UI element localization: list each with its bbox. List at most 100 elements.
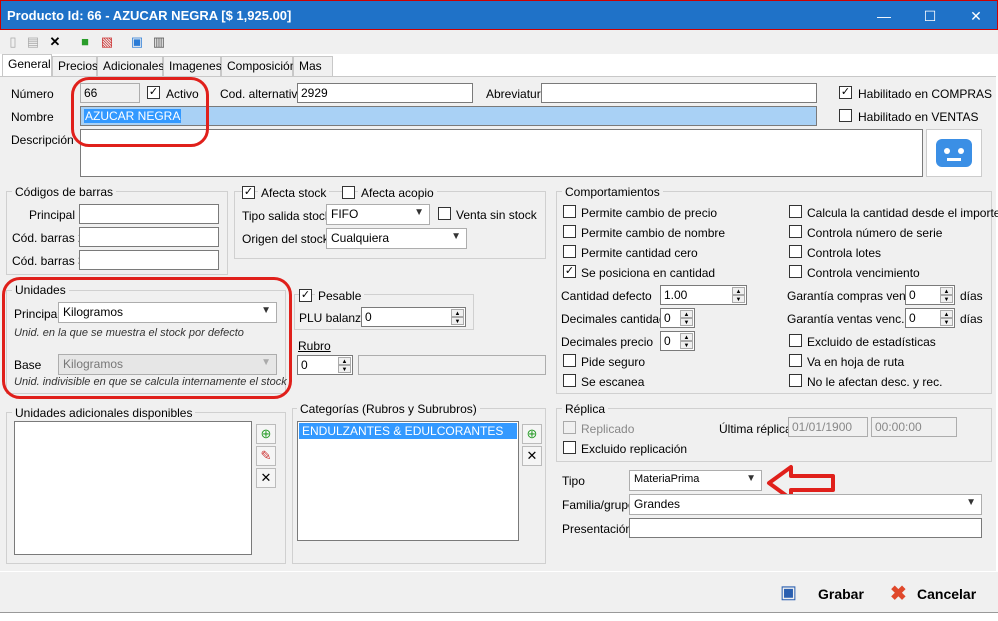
dec-cantidad-stepper[interactable]: 0 ▲ ▼ (660, 308, 695, 328)
new-icon[interactable]: ▯ (4, 33, 22, 51)
origen-select[interactable]: Cualquiera ▼ (326, 228, 467, 249)
chevron-down-icon: ▼ (746, 473, 756, 484)
ultima-replica-time: 00:00:00 (871, 417, 957, 437)
close-button[interactable]: ✕ (953, 1, 998, 31)
tab-general[interactable]: General (2, 54, 52, 76)
dec-precio-stepper[interactable]: 0 ▲ ▼ (660, 331, 695, 351)
tab-adicionales[interactable]: Adicionales (97, 56, 164, 76)
tipo-salida-select[interactable]: FIFO ▼ (326, 204, 430, 225)
pesable-label: Pesable (315, 289, 365, 303)
rubro-label[interactable]: Rubro (298, 339, 331, 353)
report-icon[interactable]: ▧ (98, 33, 116, 51)
ai-assistant-button[interactable] (926, 129, 982, 177)
se-posiciona-checkbox[interactable]: ✓ (563, 265, 576, 278)
controla-vencimiento-checkbox[interactable] (789, 265, 802, 278)
remove-categoria-button[interactable]: ✕ (522, 446, 542, 466)
tab-strip: General Precios Adicionales Imagenes Com… (0, 54, 998, 76)
tab-precios[interactable]: Precios (52, 56, 98, 76)
cantidad-defecto-stepper[interactable]: 1.00 ▲ ▼ (660, 285, 747, 305)
unidades-adicionales-title: Unidades adicionales disponibles (12, 406, 196, 420)
hoja-ruta-checkbox[interactable] (789, 354, 802, 367)
edit-icon[interactable]: ▤ (24, 33, 42, 51)
abreviatura-field[interactable] (541, 83, 817, 103)
barcode-3-label: Cód. barras 3 (12, 254, 85, 268)
no-afectan-checkbox[interactable] (789, 374, 802, 387)
tipo-salida-label: Tipo salida stock (242, 209, 331, 223)
maximize-button[interactable]: ☐ (907, 1, 953, 31)
presentacion-field[interactable] (629, 518, 982, 538)
add-categoria-button[interactable]: ⊕ (522, 424, 542, 444)
title-bar: Producto Id: 66 - AZUCAR NEGRA [$ 1,925.… (0, 0, 998, 30)
list-item[interactable]: ENDULZANTES & EDULCORANTES (299, 423, 517, 439)
gar-ventas-label: Garantía ventas venc. (787, 312, 905, 326)
delete-icon[interactable]: ✕ (46, 33, 64, 51)
origen-value: Cualquiera (331, 231, 390, 245)
nombre-label: Nombre (11, 110, 54, 124)
permite-cambio-precio-checkbox[interactable] (563, 205, 576, 218)
dec-precio-label: Decimales precio (561, 335, 654, 349)
categorias-title: Categorías (Rubros y Subrubros) (297, 402, 480, 416)
edit-unidad-button[interactable]: ✎ (256, 446, 276, 466)
remove-unidad-button[interactable]: ✕ (256, 468, 276, 488)
no-afectan-label: No le afectan desc. y rec. (807, 375, 943, 389)
barcode-principal-field[interactable] (79, 204, 219, 224)
gar-ventas-value: 0 (909, 311, 916, 325)
gar-compras-stepper[interactable]: 0 ▲ ▼ (905, 285, 955, 305)
unidades-adicionales-list[interactable] (14, 421, 252, 555)
add-image-icon[interactable]: ▣ (128, 33, 146, 51)
dec-precio-value: 0 (664, 334, 671, 348)
excluido-replicacion-checkbox[interactable] (563, 441, 576, 454)
cancelar-button[interactable]: ✖ Cancelar (884, 578, 994, 608)
close-icon: ✕ (526, 448, 538, 463)
permite-cantidad-cero-checkbox[interactable] (563, 245, 576, 258)
permite-cambio-nombre-checkbox[interactable] (563, 225, 576, 238)
box-icon[interactable]: ■ (76, 33, 94, 51)
venta-sin-stock-checkbox[interactable] (438, 207, 451, 220)
se-escanea-label: Se escanea (581, 375, 645, 389)
controla-lotes-checkbox[interactable] (789, 245, 802, 258)
grabar-button[interactable]: ▣ Grabar (774, 578, 874, 608)
controla-vencimiento-label: Controla vencimiento (807, 266, 920, 280)
plu-stepper[interactable]: 0 ▲ ▼ (361, 307, 466, 327)
codalt-field[interactable]: 2929 (297, 83, 473, 103)
familia-select[interactable]: Grandes ▼ (629, 494, 982, 515)
replicado-label: Replicado (581, 422, 635, 436)
familia-label: Familia/grupo (562, 498, 635, 512)
tipo-select[interactable]: MateriaPrima ▼ (629, 470, 762, 491)
numero-label: Número (11, 87, 54, 101)
dec-cantidad-label: Decimales cantidad (561, 312, 666, 326)
controla-serie-checkbox[interactable] (789, 225, 802, 238)
tab-composicion[interactable]: Composición (221, 56, 296, 76)
barcode-2-field[interactable] (79, 227, 219, 247)
plu-value: 0 (365, 310, 372, 324)
add-icon: ⊕ (526, 426, 538, 441)
close-icon: ✕ (260, 470, 272, 485)
calcula-cantidad-checkbox[interactable] (789, 205, 802, 218)
pesable-checkbox[interactable]: ✓ (299, 289, 312, 302)
tipo-salida-value: FIFO (331, 207, 359, 221)
hab-ventas-checkbox[interactable] (839, 109, 852, 122)
annotation-circle-unidades (2, 277, 292, 399)
rubro-stepper[interactable]: 0 ▲ ▼ (297, 355, 353, 375)
afecta-stock-checkbox[interactable]: ✓ (242, 186, 255, 199)
robot-icon (936, 139, 972, 167)
gar-ventas-unit: días (960, 312, 983, 326)
afecta-acopio-checkbox[interactable] (342, 186, 355, 199)
gar-ventas-stepper[interactable]: 0 ▲ ▼ (905, 308, 955, 328)
add-unidad-button[interactable]: ⊕ (256, 424, 276, 444)
excluido-estadisticas-checkbox[interactable] (789, 334, 802, 347)
tipo-value: MateriaPrima (634, 473, 700, 485)
categorias-list[interactable]: ENDULZANTES & EDULCORANTES (297, 421, 519, 541)
ultima-replica-date: 01/01/1900 (788, 417, 868, 437)
barcode-principal-label: Principal (29, 208, 76, 222)
permite-cambio-precio-label: Permite cambio de precio (581, 206, 718, 220)
afecta-stock-label: Afecta stock (258, 186, 330, 200)
barcode-3-field[interactable] (79, 250, 219, 270)
export-icon[interactable]: ▥ (150, 33, 168, 51)
hab-compras-checkbox[interactable]: ✓ (839, 86, 852, 99)
tab-imagenes[interactable]: Imagenes (163, 56, 222, 76)
pide-seguro-checkbox[interactable] (563, 354, 576, 367)
se-escanea-checkbox[interactable] (563, 374, 576, 387)
minimize-button[interactable]: — (861, 1, 907, 31)
tab-mas[interactable]: Mas (293, 56, 333, 76)
